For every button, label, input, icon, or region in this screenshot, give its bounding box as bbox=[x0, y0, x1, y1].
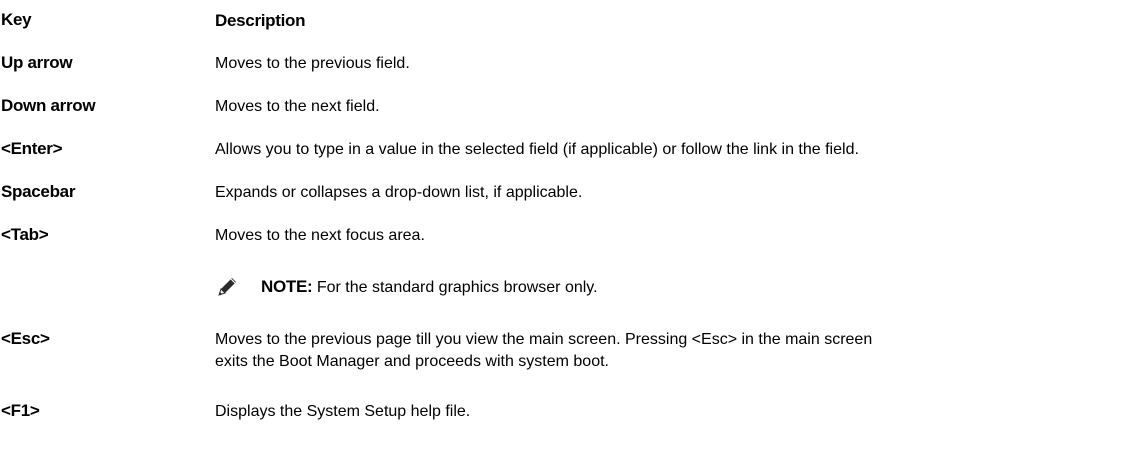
row-key: Spacebar bbox=[1, 182, 76, 201]
note-callout: NOTE: For the standard graphics browser … bbox=[216, 274, 1116, 300]
note-text: NOTE: For the standard graphics browser … bbox=[261, 276, 598, 299]
row-key: Up arrow bbox=[1, 53, 73, 72]
note-label: NOTE: bbox=[261, 277, 313, 296]
row-description: Expands or collapses a drop-down list, i… bbox=[215, 184, 583, 201]
row-description-line1: Moves to the previous page till you view… bbox=[215, 331, 873, 348]
row-description: Moves to the next field. bbox=[215, 98, 380, 115]
row-description: Moves to the next focus area. bbox=[215, 227, 425, 244]
row-key: <F1> bbox=[1, 401, 40, 420]
row-key: <Enter> bbox=[1, 139, 63, 158]
note-body: For the standard graphics browser only. bbox=[312, 279, 598, 296]
row-description: Moves to the previous field. bbox=[215, 55, 410, 72]
note-pencil-icon bbox=[216, 274, 240, 298]
row-description: Allows you to type in a value in the sel… bbox=[215, 141, 859, 158]
row-key: Down arrow bbox=[1, 96, 96, 115]
row-description: Displays the System Setup help file. bbox=[215, 403, 471, 420]
row-description-line2: exits the Boot Manager and proceeds with… bbox=[215, 353, 609, 370]
row-description: Moves to the previous page till you view… bbox=[215, 329, 1120, 373]
header-key: Key bbox=[1, 10, 32, 29]
row-key: <Esc> bbox=[1, 329, 50, 348]
header-description: Description bbox=[215, 11, 306, 30]
row-key: <Tab> bbox=[1, 225, 49, 244]
